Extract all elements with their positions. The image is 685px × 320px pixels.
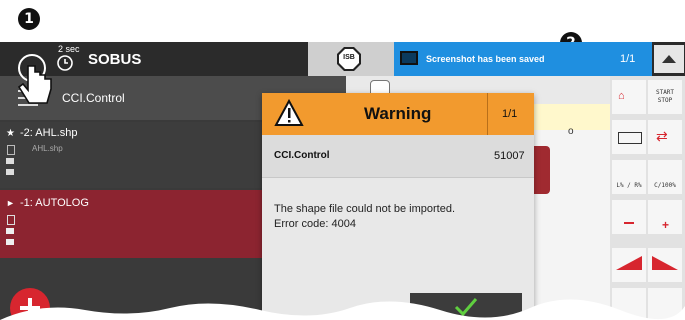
plus-small-icon: +: [662, 218, 670, 232]
softkey-panel: ⌂ START STOP ⇄ L% / R% C/100% +: [610, 76, 685, 320]
star-icon: ★: [6, 128, 15, 139]
dialog-header: Warning 1/1: [262, 93, 534, 135]
warning-dialog: Warning 1/1 CCI.Control 51007 The shape …: [262, 93, 534, 320]
file-icon: [7, 215, 15, 225]
arrows-softkey[interactable]: ⇄: [648, 120, 682, 154]
right-boom-softkey[interactable]: [648, 248, 682, 282]
notification-bar: Screenshot has been saved 1/1: [394, 42, 652, 76]
screen: 1 2 2 sec SOBUS ISB Screenshot has been …: [0, 0, 685, 320]
list-item-name: -1: AUTOLOG: [20, 197, 89, 209]
list-item-subtitle: AHL.shp: [32, 144, 63, 153]
start-label: START: [655, 89, 675, 96]
decrease-softkey[interactable]: [612, 200, 646, 234]
isb-label: ISB: [343, 54, 355, 61]
dialog-source: CCI.Control: [274, 150, 330, 161]
increase-softkey[interactable]: +: [648, 200, 682, 234]
notification-icon: [400, 51, 418, 65]
map-dot-label: o: [568, 126, 574, 137]
dialog-title: Warning: [364, 104, 432, 123]
tractor-icon: [6, 228, 14, 234]
lr-label: L% / R%: [616, 182, 642, 189]
dialog-source-row: CCI.Control 51007: [262, 135, 534, 178]
swap-arrows-icon: ⇄: [656, 128, 668, 144]
dialog-message: The shape file could not be imported.: [274, 203, 456, 215]
dialog-divider: [487, 93, 488, 135]
counter-softkey[interactable]: [612, 120, 646, 154]
lr-softkey[interactable]: L% / R%: [612, 160, 646, 194]
app-title: SOBUS: [88, 51, 142, 68]
c100-softkey[interactable]: C/100%: [648, 160, 682, 194]
chevron-up-icon: [662, 55, 676, 63]
boom-right-icon: [652, 256, 678, 270]
machine-icon: [6, 239, 14, 245]
top-bar: 2 sec SOBUS ISB Screenshot has been save…: [0, 42, 685, 76]
home-softkey[interactable]: ⌂: [612, 80, 646, 114]
tractor-icon: [6, 158, 14, 164]
file-icon: [7, 145, 15, 155]
left-boom-softkey[interactable]: [612, 248, 646, 282]
dialog-counter: 1/1: [502, 108, 518, 120]
touch-gesture-hand-icon: [16, 52, 60, 112]
boom-left-icon: [616, 256, 642, 270]
panel-header-label: CCI.Control: [62, 91, 125, 105]
home-icon: ⌂: [618, 90, 625, 102]
counter-icon: [618, 132, 642, 144]
minus-icon: [624, 222, 634, 224]
isb-button[interactable]: ISB: [308, 42, 394, 76]
dialog-error: Error code: 4004: [274, 218, 356, 230]
page-indicator: 1/1: [620, 53, 636, 65]
stop-label: STOP: [657, 97, 673, 104]
list-item-name: -2: AHL.shp: [20, 127, 78, 139]
timer-label: 2 sec: [58, 44, 80, 54]
play-icon: ►: [6, 198, 15, 208]
machine-icon: [6, 169, 14, 175]
warning-icon: [274, 98, 304, 127]
notification-text: Screenshot has been saved: [426, 54, 545, 64]
dialog-code: 51007: [494, 150, 525, 162]
scroll-up-button[interactable]: [654, 45, 684, 73]
c100-label: C/100%: [654, 182, 676, 189]
callout-1: 1: [18, 8, 40, 30]
torn-edge-decoration: [0, 299, 685, 320]
start-stop-softkey[interactable]: START STOP: [648, 80, 682, 114]
